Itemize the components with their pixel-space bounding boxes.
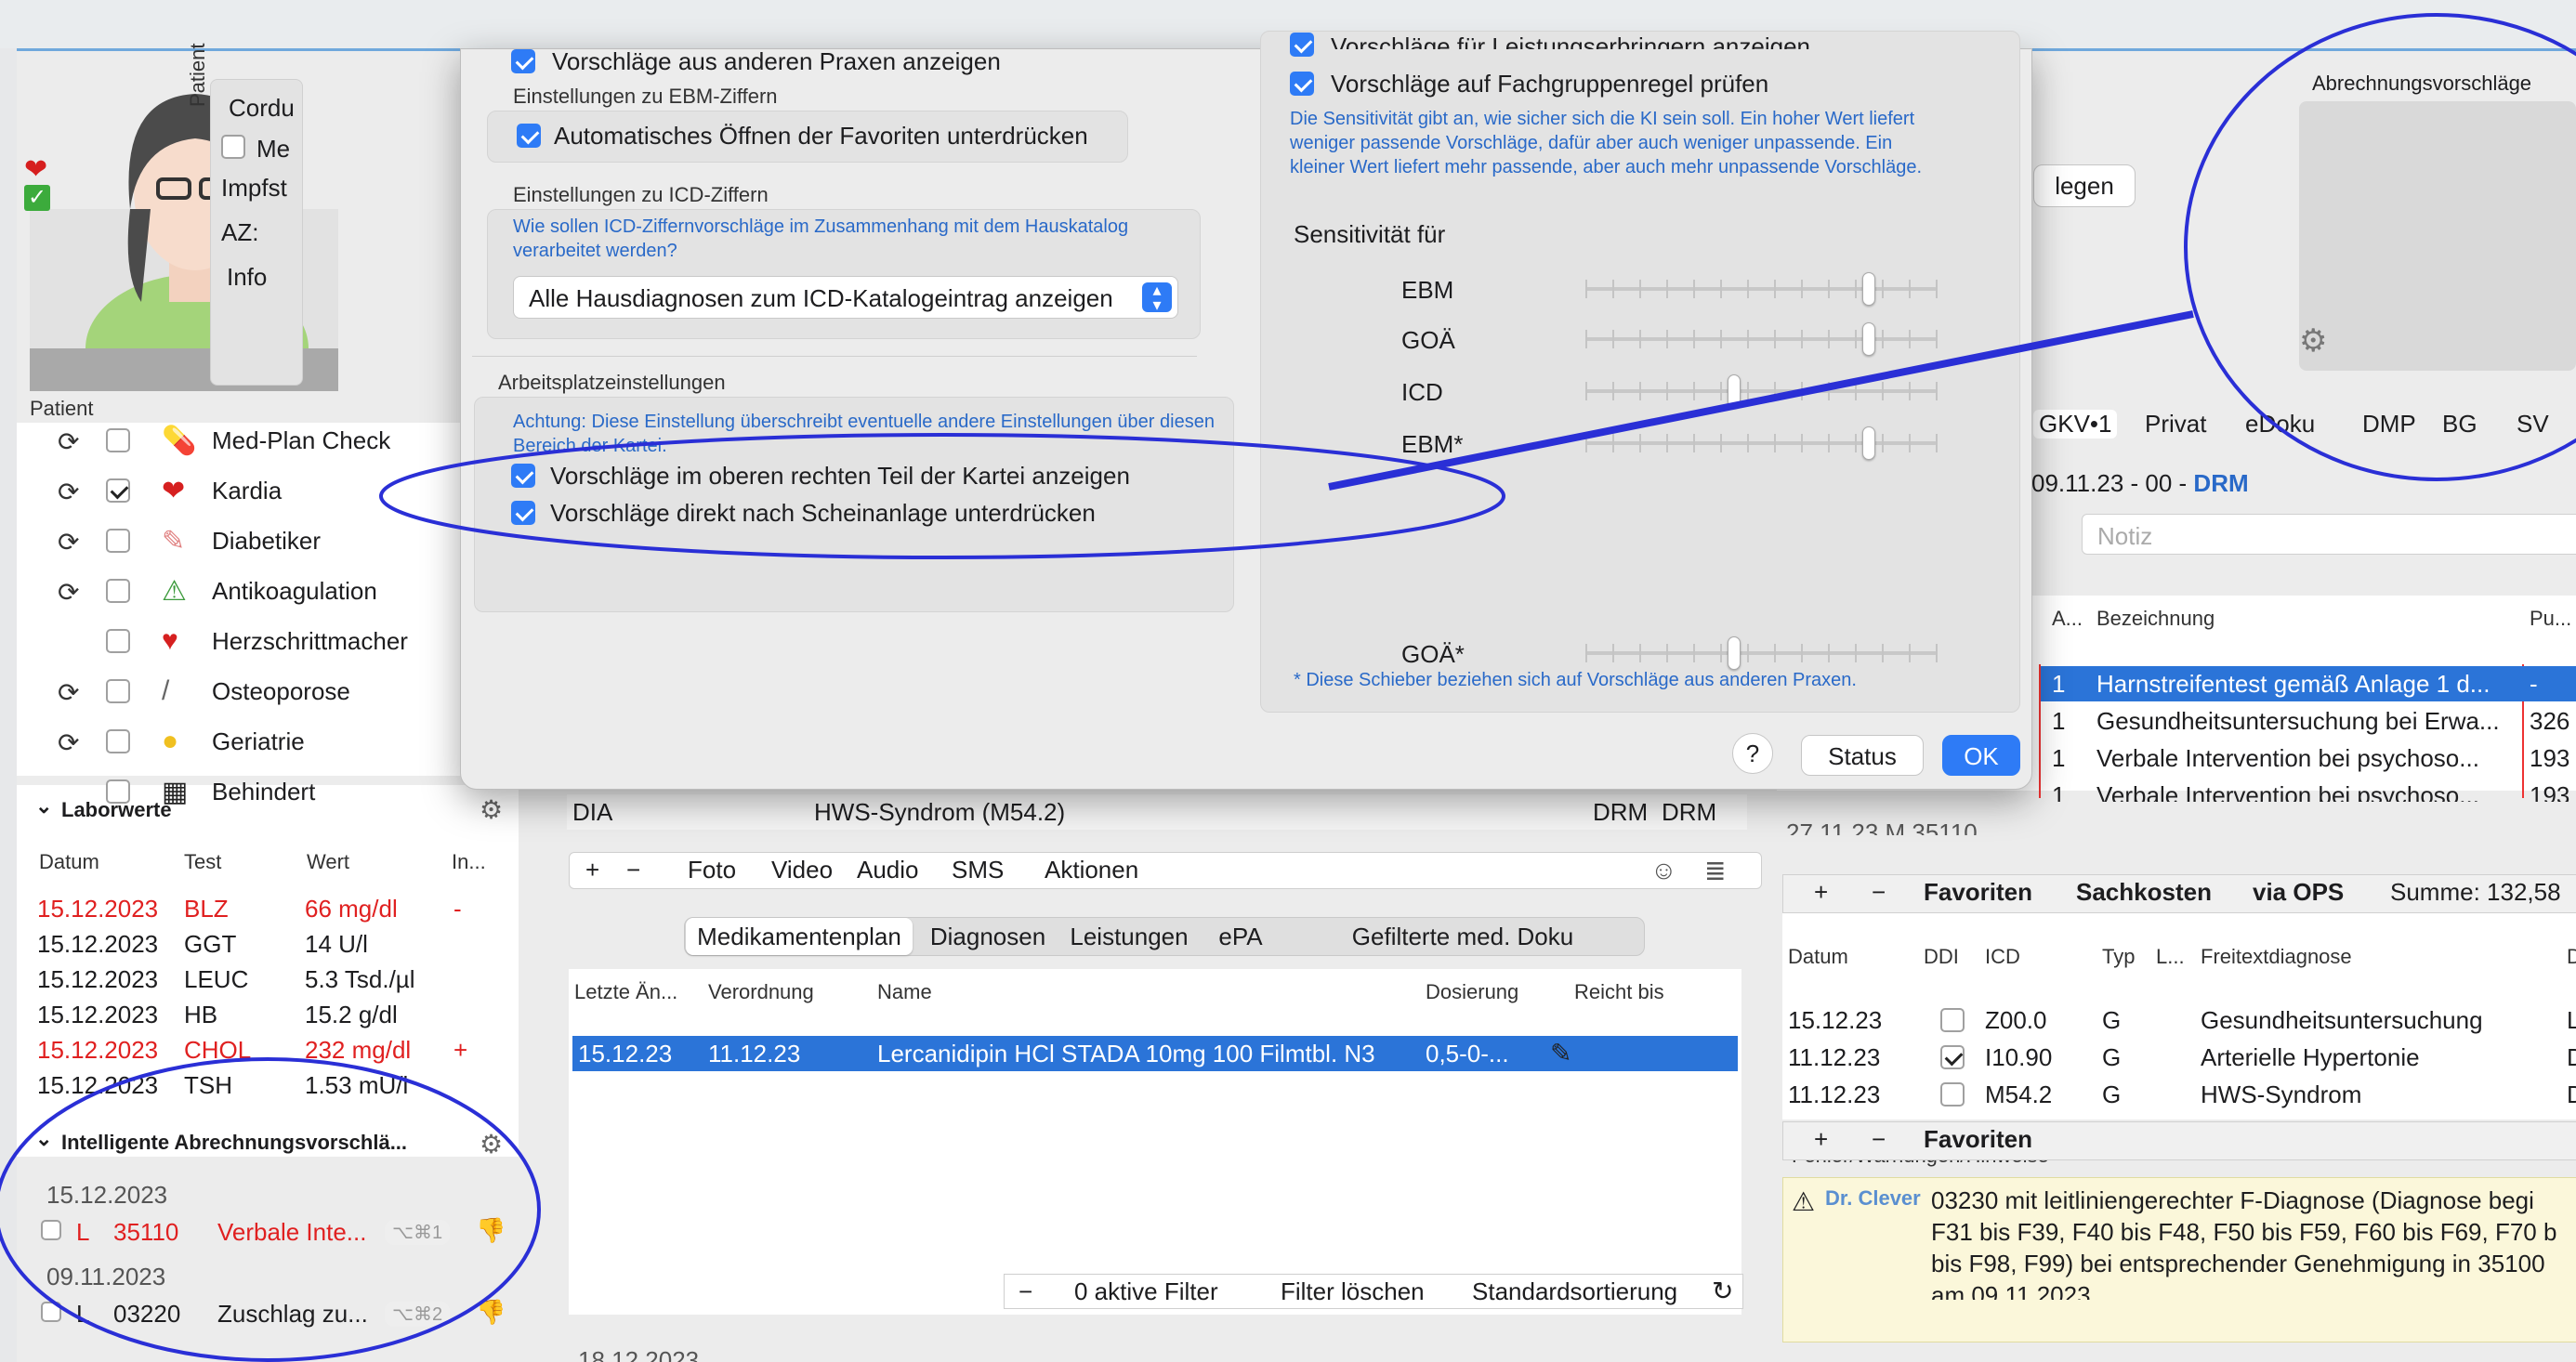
annotation-ellipse-smart-billing: [0, 1057, 541, 1362]
annotation-overlay: [0, 13, 2576, 1362]
annotation-circle-suggestions: [2184, 13, 2576, 481]
annotation-ellipse-checkboxes: [379, 433, 1505, 559]
annotation-line: [1328, 310, 2194, 491]
